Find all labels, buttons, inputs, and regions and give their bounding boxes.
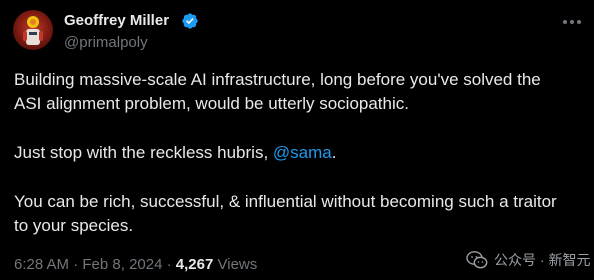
author-handle[interactable]: @primalpoly: [64, 34, 148, 51]
wechat-icon: [466, 251, 488, 269]
meta-separator: ·: [69, 256, 83, 273]
avatar-image: [23, 16, 43, 45]
tweet-paragraph-2: Just stop with the reckless hubris, @sam…: [14, 141, 584, 165]
tweet-metadata: 6:28 AM · Feb 8, 2024 · 4,267 Views: [14, 256, 257, 273]
tweet-line: Building massive-scale AI infrastructure…: [14, 70, 541, 89]
tweet-paragraph-3: You can be rich, successful, & influenti…: [14, 190, 584, 238]
tweet-text: .: [331, 143, 337, 162]
tweet-text: Just stop with the reckless hubris,: [14, 143, 273, 162]
more-options-icon[interactable]: [560, 12, 584, 32]
tweet-line: ASI alignment problem, would be utterly …: [14, 94, 409, 113]
tweet-line: You can be rich, successful, & influenti…: [14, 192, 557, 211]
tweet-paragraph-1: Building massive-scale AI infrastructure…: [14, 68, 584, 116]
tweet-line: to your species.: [14, 216, 134, 235]
watermark: 公众号 · 新智元: [466, 249, 590, 271]
avatar[interactable]: [13, 10, 53, 50]
views-count: 4,267: [175, 256, 214, 273]
views-label: Views: [213, 256, 258, 273]
tweet-date[interactable]: Feb 8, 2024: [82, 256, 162, 273]
mention-link[interactable]: @sama: [273, 143, 332, 162]
tweet-card: Geoffrey Miller @primalpoly Building mas…: [0, 0, 594, 280]
display-name[interactable]: Geoffrey Miller: [64, 12, 169, 29]
watermark-text: 公众号 · 新智元: [494, 252, 591, 268]
meta-separator: ·: [162, 256, 176, 273]
verified-badge-icon: [182, 13, 198, 29]
tweet-time[interactable]: 6:28 AM: [14, 256, 69, 273]
